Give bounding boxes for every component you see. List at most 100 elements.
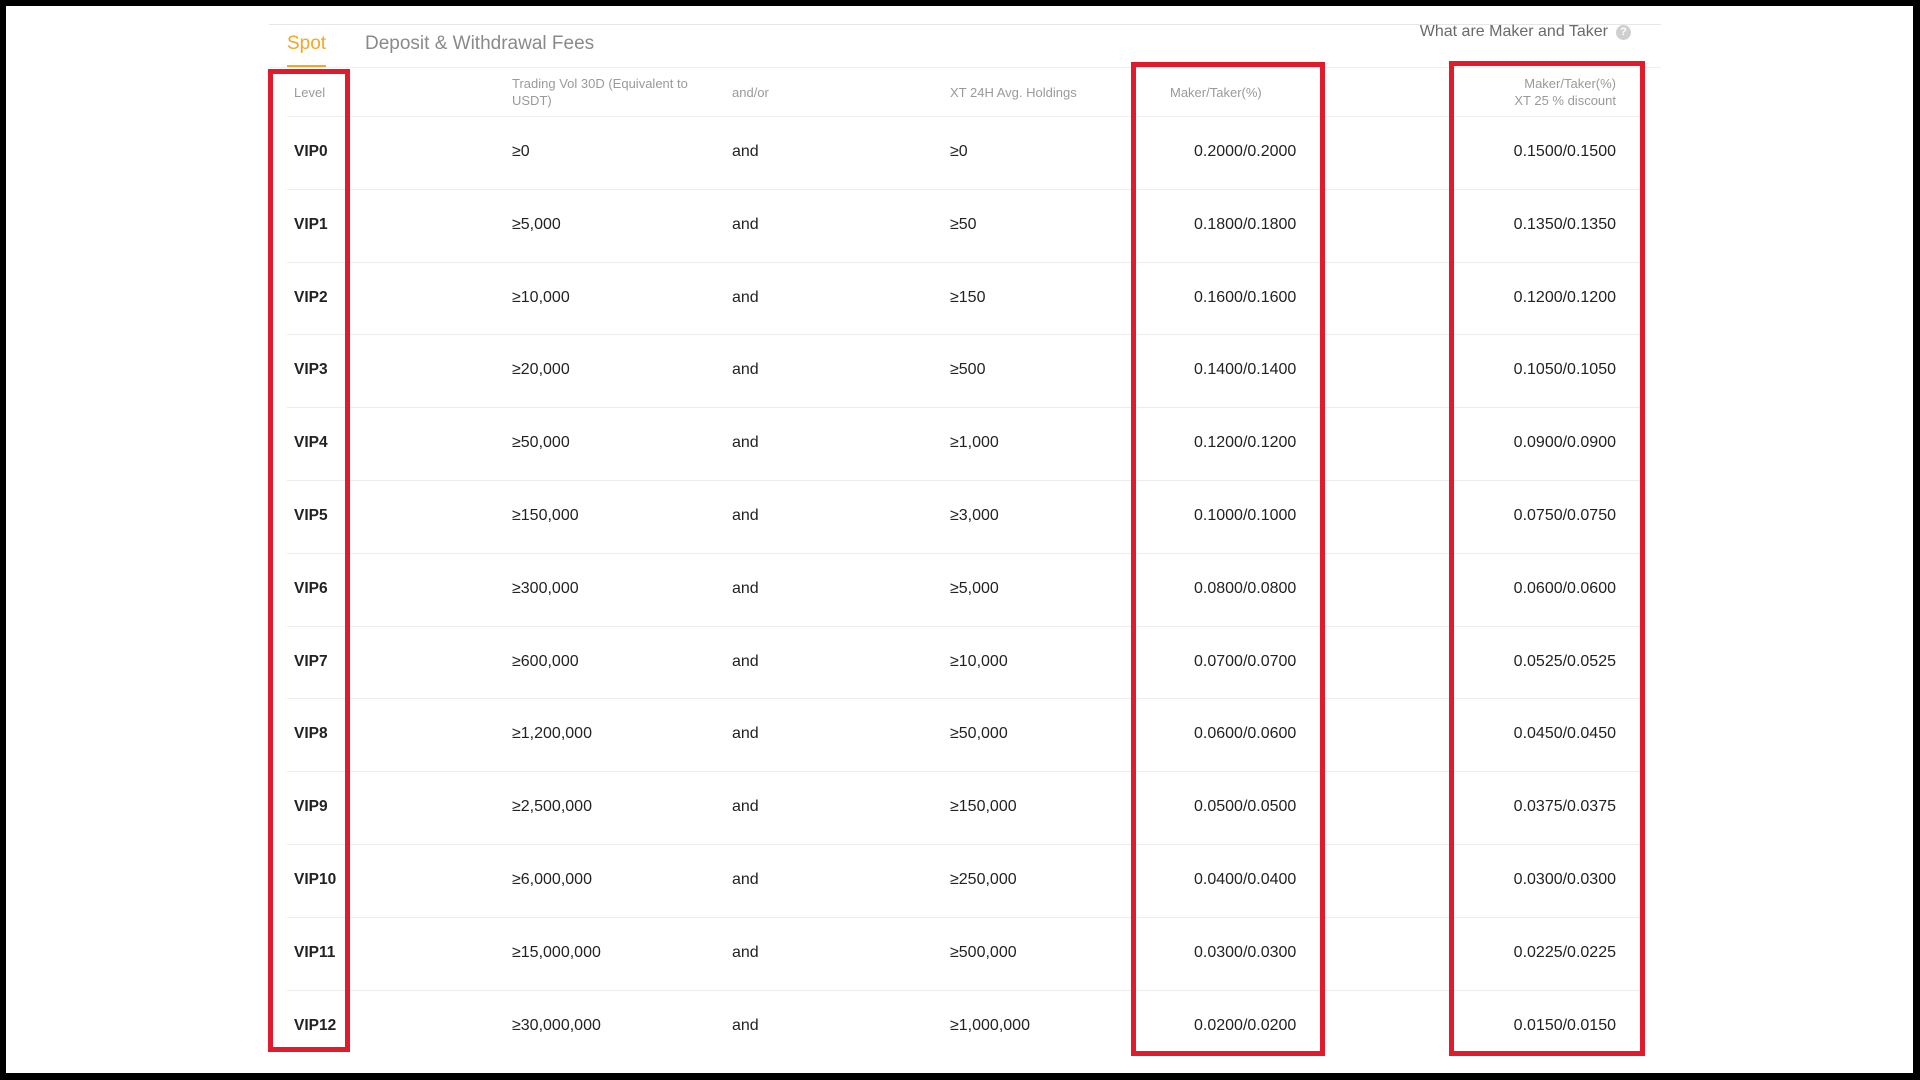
cell-level: VIP4: [294, 434, 328, 452]
cell-maker-taker-discount: 0.0375/0.0375: [1513, 798, 1616, 816]
cell-maker-taker: 0.0500/0.0500: [1194, 798, 1297, 816]
table-header: Level Trading Vol 30D (Equivalent to USD…: [287, 68, 1641, 116]
table-row: VIP9 ≥2,500,000 and ≥150,000 0.0500/0.05…: [287, 771, 1641, 844]
cell-maker-taker-discount: 0.0900/0.0900: [1513, 434, 1616, 452]
cell-level: VIP6: [294, 579, 328, 597]
cell-condition: and: [732, 361, 759, 379]
cell-holdings: ≥150,000: [950, 798, 1017, 816]
fee-table-body: VIP0 ≥0 and ≥0 0.2000/0.2000 0.1500/0.15…: [287, 116, 1641, 1062]
table-row: VIP1 ≥5,000 and ≥50 0.1800/0.1800 0.1350…: [287, 188, 1641, 262]
cell-maker-taker-discount: 0.0525/0.0525: [1513, 652, 1616, 670]
tab-spot[interactable]: Spot: [287, 33, 327, 67]
cell-maker-taker-discount: 0.0150/0.0150: [1513, 1016, 1616, 1034]
table-row: VIP3 ≥20,000 and ≥500 0.1400/0.1400 0.10…: [287, 334, 1641, 407]
header-maker-taker: Maker/Taker(%): [1170, 85, 1262, 100]
cell-level: VIP7: [294, 652, 328, 670]
cell-maker-taker: 0.1000/0.1000: [1194, 506, 1297, 524]
cell-maker-taker-discount: 0.0600/0.0600: [1513, 579, 1616, 597]
maker-taker-help-link[interactable]: What are Maker and Taker ?: [1420, 23, 1631, 41]
table-row: VIP6 ≥300,000 and ≥5,000 0.0800/0.0800 0…: [287, 552, 1641, 626]
table-row: VIP12 ≥30,000,000 and ≥1,000,000 0.0200/…: [287, 989, 1641, 1063]
cell-maker-taker: 0.1600/0.1600: [1194, 288, 1297, 306]
table-row: VIP0 ≥0 and ≥0 0.2000/0.2000 0.1500/0.15…: [287, 116, 1641, 189]
cell-level: VIP11: [294, 943, 336, 961]
cell-level: VIP9: [294, 798, 328, 816]
cell-holdings: ≥50: [950, 215, 977, 233]
table-row: VIP11 ≥15,000,000 and ≥500,000 0.0300/0.…: [287, 916, 1641, 990]
cell-maker-taker-discount: 0.0300/0.0300: [1513, 870, 1616, 888]
cell-level: VIP12: [294, 1016, 337, 1034]
table-row: VIP5 ≥150,000 and ≥3,000 0.1000/0.1000 0…: [287, 479, 1641, 553]
cell-condition: and: [732, 1016, 759, 1034]
cell-maker-taker: 0.0800/0.0800: [1194, 579, 1297, 597]
cell-trading-vol: ≥10,000: [512, 288, 570, 306]
cell-trading-vol: ≥0: [512, 143, 530, 160]
cell-maker-taker: 0.1800/0.1800: [1194, 215, 1297, 233]
cell-maker-taker: 0.2000/0.2000: [1194, 143, 1297, 160]
cell-holdings: ≥0: [950, 143, 968, 160]
cell-maker-taker: 0.0200/0.0200: [1194, 1016, 1297, 1034]
cell-trading-vol: ≥300,000: [512, 579, 579, 597]
cell-level: VIP2: [294, 288, 328, 306]
cell-condition: and: [732, 798, 759, 816]
screenshot-frame: Spot Deposit & Withdrawal Fees What are …: [6, 6, 1913, 1073]
cell-holdings: ≥10,000: [950, 652, 1008, 670]
table-row: VIP2 ≥10,000 and ≥150 0.1600/0.1600 0.12…: [287, 261, 1641, 335]
cell-trading-vol: ≥2,500,000: [512, 798, 592, 816]
tab-spot-label: Spot: [287, 33, 327, 54]
cell-trading-vol: ≥150,000: [512, 506, 579, 524]
header-level: Level: [294, 85, 326, 100]
question-circle-icon: ?: [1616, 24, 1631, 40]
cell-holdings: ≥500,000: [950, 943, 1017, 961]
cell-maker-taker: 0.0300/0.0300: [1194, 943, 1297, 961]
cell-maker-taker-discount: 0.1350/0.1350: [1513, 215, 1616, 233]
cell-level: VIP5: [294, 506, 328, 524]
cell-condition: and: [732, 652, 759, 670]
header-trading-vol: Trading Vol 30D (Equivalent to USDT): [512, 76, 688, 108]
cell-trading-vol: ≥50,000: [512, 434, 570, 452]
cell-trading-vol: ≥6,000,000: [512, 870, 592, 888]
cell-holdings: ≥150: [950, 288, 986, 306]
cell-holdings: ≥500: [950, 361, 986, 379]
cell-level: VIP3: [294, 361, 328, 379]
cell-condition: and: [732, 870, 759, 888]
cell-condition: and: [732, 434, 759, 452]
cell-level: VIP10: [294, 870, 337, 888]
cell-trading-vol: ≥20,000: [512, 361, 570, 379]
cell-trading-vol: ≥600,000: [512, 652, 579, 670]
cell-condition: and: [732, 143, 759, 160]
cell-condition: and: [732, 288, 759, 306]
help-link-label: What are Maker and Taker: [1419, 23, 1608, 40]
cell-trading-vol: ≥1,200,000: [512, 725, 592, 743]
fee-schedule-panel: Spot Deposit & Withdrawal Fees What are …: [269, 6, 1661, 1073]
header-discount-line1: Maker/Taker(%): [1524, 76, 1616, 91]
cell-maker-taker: 0.1200/0.1200: [1194, 434, 1297, 452]
header-maker-taker-discount: Maker/Taker(%) XT 25 % discount: [1514, 75, 1616, 109]
cell-condition: and: [732, 215, 759, 233]
cell-maker-taker-discount: 0.0225/0.0225: [1513, 943, 1616, 961]
cell-holdings: ≥3,000: [950, 506, 999, 524]
cell-holdings: ≥50,000: [950, 725, 1008, 743]
cell-level: VIP0: [294, 143, 328, 160]
cell-maker-taker-discount: 0.1500/0.1500: [1513, 143, 1616, 160]
tab-deposit-withdrawal-fees[interactable]: Deposit & Withdrawal Fees: [365, 33, 594, 55]
cell-holdings: ≥5,000: [950, 579, 999, 597]
header-discount-line2: XT 25 % discount: [1514, 93, 1616, 108]
cell-condition: and: [732, 506, 759, 524]
cell-holdings: ≥250,000: [950, 870, 1017, 888]
cell-maker-taker-discount: 0.0450/0.0450: [1513, 725, 1616, 743]
cell-maker-taker-discount: 0.0750/0.0750: [1513, 506, 1616, 524]
table-row: VIP4 ≥50,000 and ≥1,000 0.1200/0.1200 0.…: [287, 407, 1641, 480]
cell-maker-taker-discount: 0.1200/0.1200: [1513, 288, 1616, 306]
cell-maker-taker: 0.0600/0.0600: [1194, 725, 1297, 743]
table-row: VIP10 ≥6,000,000 and ≥250,000 0.0400/0.0…: [287, 843, 1641, 917]
cell-condition: and: [732, 943, 759, 961]
cell-condition: and: [732, 725, 759, 743]
cell-maker-taker-discount: 0.1050/0.1050: [1513, 361, 1616, 379]
table-row: VIP8 ≥1,200,000 and ≥50,000 0.0600/0.060…: [287, 698, 1641, 771]
cell-trading-vol: ≥30,000,000: [512, 1016, 601, 1034]
cell-level: VIP1: [294, 215, 328, 233]
table-row: VIP7 ≥600,000 and ≥10,000 0.0700/0.0700 …: [287, 625, 1641, 699]
cell-condition: and: [732, 579, 759, 597]
header-and-or: and/or: [732, 85, 769, 100]
